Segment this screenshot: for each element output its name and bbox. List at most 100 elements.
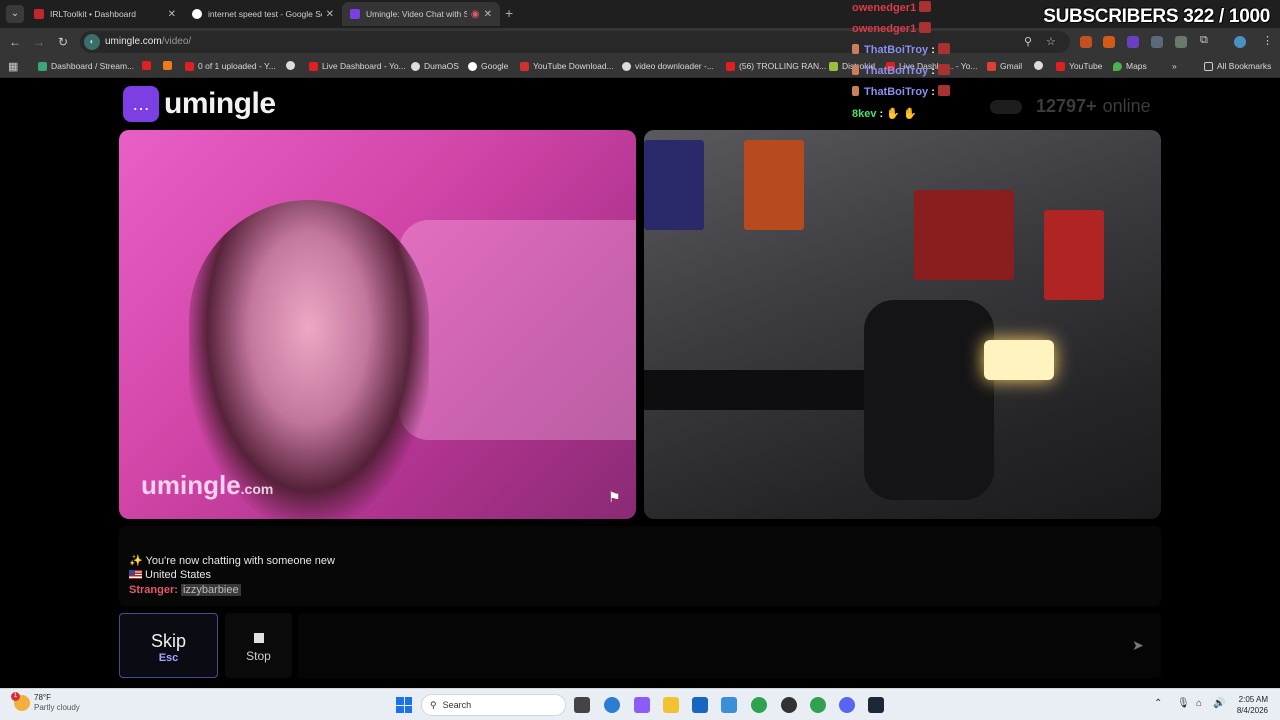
browser-menu-icon[interactable]: ⋮ [1262, 34, 1273, 47]
chrome-icon[interactable] [810, 697, 826, 713]
irltoolkit-favicon-icon [34, 9, 44, 19]
theme-toggle[interactable] [990, 99, 1022, 114]
weather-condition: Partly cloudy [34, 703, 80, 712]
profile-avatar-icon[interactable] [1234, 36, 1246, 48]
umingle-favicon-icon [350, 9, 360, 19]
umingle-logo[interactable]: … umingle [123, 86, 276, 122]
store-icon[interactable] [692, 697, 708, 713]
clock[interactable]: 2:05 AM 8/4/2026 [1230, 694, 1268, 716]
windows-taskbar: 1 78°F Partly cloudy ⚲ Search ⌃ 🎙 ⌂ 🔊 2:0… [0, 688, 1280, 720]
bookmark-item[interactable]: YouTube Download... [520, 61, 614, 71]
stop-button[interactable]: Stop [225, 613, 292, 678]
bookmark-item[interactable]: Gmail [987, 61, 1022, 71]
report-flag-icon[interactable]: ⚑ [608, 489, 624, 505]
show-hidden-icons-icon[interactable]: ⌃ [1154, 698, 1162, 709]
stranger-line: Stranger: izzybarbiee [129, 584, 241, 596]
bookmark-item[interactable] [163, 61, 176, 70]
apps-grid-icon[interactable]: ▦ [8, 60, 18, 73]
forward-arrow-icon[interactable]: → [31, 34, 47, 50]
youtube-favicon-icon [1056, 61, 1065, 71]
url-text: umingle.com/video/ [105, 36, 191, 47]
bookmark-item[interactable]: YouTube [1056, 61, 1102, 71]
bookmark-item[interactable]: Google [468, 61, 508, 71]
stop-square-icon [253, 633, 264, 643]
site-info-icon[interactable]: ◐ [84, 34, 100, 50]
new-tab-button[interactable]: + [505, 5, 513, 21]
youtube-favicon-icon [726, 61, 735, 71]
zoom-icon[interactable]: ⚲ [1024, 35, 1032, 48]
bookmark-star-icon[interactable]: ☆ [1046, 35, 1056, 48]
outlook-icon[interactable] [721, 697, 737, 713]
bookmark-item[interactable] [1034, 61, 1047, 70]
skip-button[interactable]: Skip Esc [119, 613, 218, 678]
youtube-favicon-icon [142, 61, 151, 70]
globe-icon [411, 61, 420, 71]
more-bookmarks-chevron-icon[interactable]: » [1172, 61, 1177, 71]
folder-icon [1204, 61, 1213, 71]
bookmark-favicon-icon [163, 61, 172, 70]
network-icon[interactable]: ⌂ [1196, 698, 1202, 709]
windows-start-icon[interactable] [396, 697, 412, 713]
close-tab-icon[interactable]: ✕ [326, 9, 334, 20]
back-arrow-icon[interactable]: ← [7, 34, 23, 50]
bookmark-item[interactable]: Maps [1113, 61, 1147, 71]
bookmark-item[interactable] [142, 61, 155, 70]
extension-icon[interactable] [1175, 36, 1187, 48]
extensions-puzzle-icon[interactable]: ⧉ [1200, 34, 1208, 47]
edge-icon[interactable] [604, 697, 620, 713]
task-view-icon[interactable] [574, 697, 590, 713]
bookmark-label: Dashboard / Stream... [51, 61, 135, 71]
search-icon: ⚲ [430, 699, 437, 710]
bookmark-item[interactable]: (56) TROLLING RAN... [726, 61, 826, 71]
bookmark-item[interactable]: DumaOS [411, 61, 459, 71]
tab-title: IRLToolkit • Dashboard [50, 9, 136, 19]
microphone-icon[interactable]: 🎙 [1177, 698, 1190, 709]
video-background [984, 340, 1054, 380]
browser-tab-strip: ⌄ IRLToolkit • Dashboard ✕ internet spee… [0, 0, 1280, 28]
reload-icon[interactable]: ↻ [55, 34, 71, 50]
message-input[interactable] [298, 613, 1161, 678]
distrokid-favicon-icon [829, 61, 838, 71]
extension-icon[interactable] [1127, 36, 1139, 48]
copilot-icon[interactable] [634, 697, 650, 713]
recording-indicator-icon: ◉ [470, 8, 480, 20]
tab-umingle[interactable]: Umingle: Video Chat with S ◉ ✕ [342, 2, 500, 26]
discord-icon[interactable] [839, 697, 855, 713]
file-explorer-icon[interactable] [663, 697, 679, 713]
bookmark-item[interactable]: 0 of 1 uploaded - Y... [185, 61, 276, 71]
volume-icon[interactable]: 🔊 [1213, 698, 1225, 709]
time: 2:05 AM [1238, 695, 1268, 704]
send-icon[interactable]: ➤ [1132, 637, 1144, 654]
extension-icon[interactable] [1103, 36, 1115, 48]
bookmarks-bar: ▦ Dashboard / Stream... 0 of 1 uploaded … [0, 56, 1280, 78]
online-indicator: 12797+ online [990, 96, 1151, 117]
partly-cloudy-icon: 1 [11, 692, 30, 711]
close-tab-icon[interactable]: ✕ [484, 9, 492, 20]
chrome-icon[interactable] [751, 697, 767, 713]
bookmark-item[interactable]: Dashboard / Stream... [38, 61, 134, 71]
skip-label: Skip [150, 631, 186, 651]
bookmark-label: 0 of 1 uploaded - Y... [198, 61, 276, 71]
bookmark-item[interactable]: Live Dashboard - Yo... [309, 61, 406, 71]
steam-icon[interactable] [868, 697, 884, 713]
close-tab-icon[interactable]: ✕ [168, 9, 176, 20]
tab-search-menu-icon[interactable]: ⌄ [6, 5, 24, 23]
obs-icon[interactable] [781, 697, 797, 713]
bookmark-label: DumaOS [424, 61, 459, 71]
extension-icon[interactable] [1080, 36, 1092, 48]
all-bookmarks-button[interactable]: All Bookmarks [1204, 61, 1271, 71]
bookmark-item[interactable]: Distrokid [829, 61, 875, 71]
tab-irltoolkit[interactable]: IRLToolkit • Dashboard ✕ [26, 2, 184, 26]
bookmark-item[interactable] [286, 61, 299, 70]
umingle-page: … umingle 12797+ online umingle.com ⚑ ✨ … [0, 78, 1280, 688]
weather-widget[interactable]: 1 78°F Partly cloudy [11, 692, 80, 713]
bookmark-item[interactable]: Live Dashbo... - Yo... [886, 61, 977, 71]
online-count: 12797+ [1036, 96, 1097, 116]
video-background [399, 220, 636, 440]
bookmark-item[interactable]: video downloader -... [622, 61, 714, 71]
extension-icon[interactable] [1151, 36, 1163, 48]
tab-google-speed-test[interactable]: internet speed test - Google Se ✕ [184, 2, 342, 26]
taskbar-search[interactable]: ⚲ Search [421, 694, 566, 716]
address-bar[interactable]: ◐ umingle.com/video/ ⚲ ☆ [80, 31, 1070, 53]
online-label: online [1102, 96, 1151, 116]
